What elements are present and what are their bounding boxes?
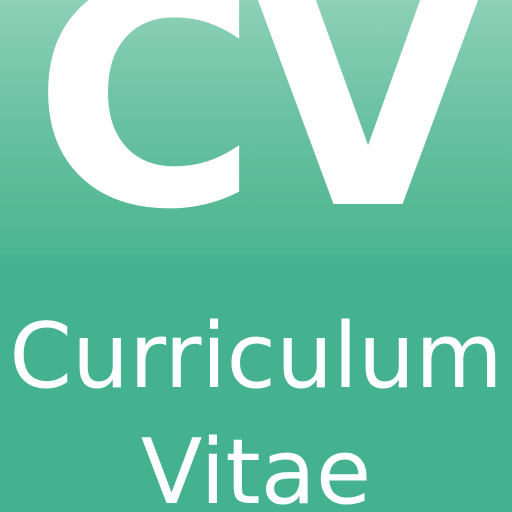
title-line-2: Vitae xyxy=(140,420,372,512)
icon-abbreviation: CV xyxy=(5,0,505,268)
abbreviation-text: CV xyxy=(32,0,487,277)
title-line-1: Curriculum xyxy=(9,304,503,409)
cv-app-icon: CV Curriculum Vitae xyxy=(0,0,512,512)
